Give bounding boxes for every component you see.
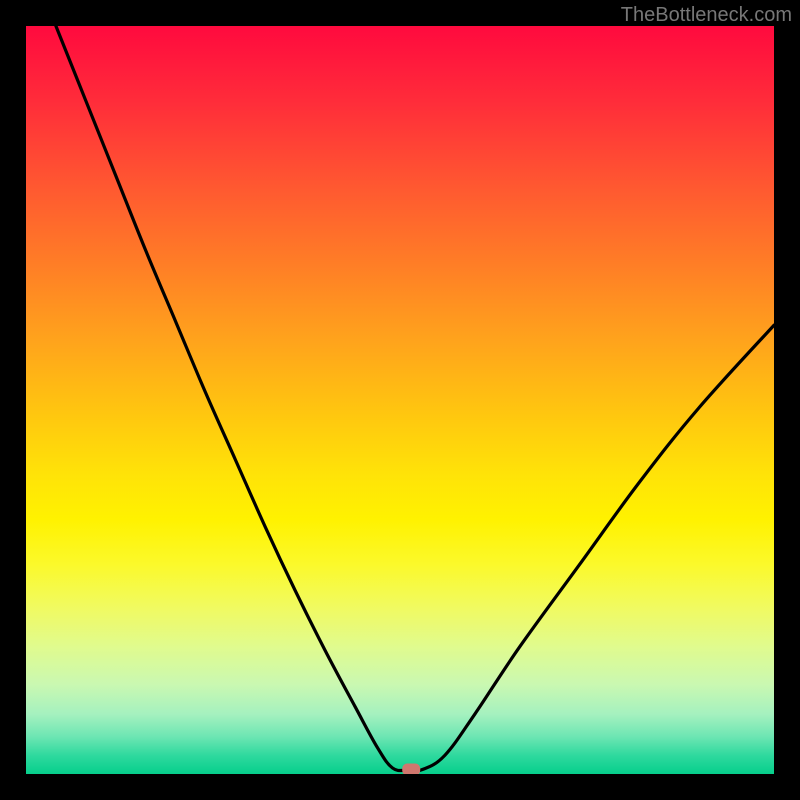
optimum-marker <box>402 764 420 774</box>
plot-area <box>26 26 774 774</box>
chart-container: TheBottleneck.com <box>0 0 800 800</box>
bottleneck-curve <box>56 26 774 771</box>
curve-svg <box>26 26 774 774</box>
watermark-text: TheBottleneck.com <box>621 4 792 27</box>
